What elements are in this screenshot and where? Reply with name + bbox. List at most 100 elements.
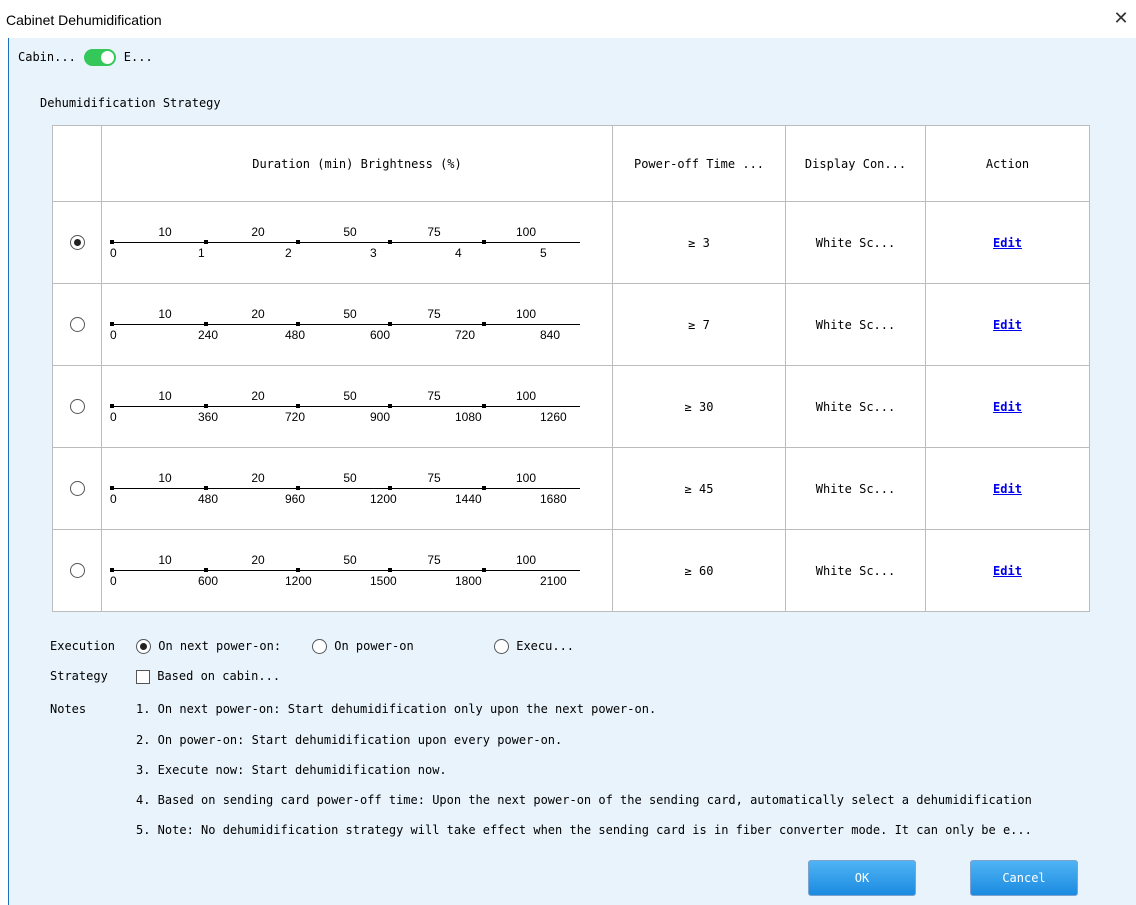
duration-label: 0 bbox=[110, 245, 117, 260]
exec-option-execute-now[interactable]: Execu... bbox=[494, 639, 574, 654]
row-select-radio[interactable] bbox=[69, 235, 85, 250]
exec-option-power-on[interactable]: On power-on bbox=[312, 639, 414, 654]
duration-label: 2100 bbox=[540, 573, 567, 588]
scale-line bbox=[110, 405, 580, 407]
brightness-label: 20 bbox=[251, 224, 265, 239]
brightness-label: 75 bbox=[427, 306, 441, 321]
toggle-knob bbox=[100, 50, 114, 64]
edit-link[interactable]: Edit bbox=[993, 318, 1022, 332]
row-select-radio[interactable] bbox=[69, 481, 85, 496]
duration-label: 0 bbox=[110, 409, 117, 424]
radio-next-power-on[interactable] bbox=[136, 639, 151, 654]
based-on-cabinet-checkbox[interactable] bbox=[136, 669, 150, 684]
radio-power-on[interactable] bbox=[312, 639, 327, 654]
action-cell: Edit bbox=[925, 283, 1090, 366]
close-icon[interactable]: ✕ bbox=[1112, 10, 1130, 28]
brightness-label: 10 bbox=[158, 388, 172, 403]
scale-line bbox=[110, 241, 580, 243]
brightness-label: 50 bbox=[343, 306, 357, 321]
brightness-label: 50 bbox=[343, 388, 357, 403]
exec-option-label: On power-on bbox=[334, 639, 414, 653]
note-item: 3. Execute now: Start dehumidification n… bbox=[136, 763, 447, 777]
ok-button[interactable]: OK bbox=[808, 860, 916, 896]
scale-tick bbox=[296, 239, 300, 244]
action-cell: Edit bbox=[925, 201, 1090, 284]
note-item: 2. On power-on: Start dehumidification u… bbox=[136, 733, 563, 747]
power-off-time-cell: ≥ 60 bbox=[612, 529, 786, 612]
scale-tick bbox=[110, 239, 114, 244]
brightness-label: 50 bbox=[343, 224, 357, 239]
scale-tick bbox=[204, 485, 208, 490]
row-select-radio[interactable] bbox=[69, 399, 85, 414]
strategy-table: Duration (min) Brightness (%) Power-off … bbox=[52, 125, 1090, 612]
brightness-label: 20 bbox=[251, 388, 265, 403]
duration-brightness-scale: 10 20 50 75 100 0 480 960 1200 1440 1680 bbox=[110, 469, 580, 509]
duration-brightness-header: Duration (min) Brightness (%) bbox=[101, 125, 613, 202]
duration-brightness-cell: 10 20 50 75 100 0 480 960 1200 1440 1680 bbox=[101, 447, 613, 530]
table-row: 10 20 50 75 100 0 1 2 3 4 5 ≥ 3 White Sc... Edit bbox=[52, 201, 1090, 284]
display-content-cell: White Sc... bbox=[785, 201, 926, 284]
brightness-label: 10 bbox=[158, 552, 172, 567]
note-item: 1. On next power-on: Start dehumidificat… bbox=[136, 702, 657, 716]
duration-brightness-cell: 10 20 50 75 100 0 360 720 900 1080 1260 bbox=[101, 365, 613, 448]
duration-label: 0 bbox=[110, 327, 117, 342]
duration-label: 480 bbox=[285, 327, 306, 342]
toggle-right-label: E... bbox=[123, 50, 153, 64]
scale-tick bbox=[204, 321, 208, 326]
exec-option-label: Execu... bbox=[516, 639, 575, 653]
duration-label: 1500 bbox=[370, 573, 397, 588]
brightness-label: 75 bbox=[427, 470, 441, 485]
action-cell: Edit bbox=[925, 447, 1090, 530]
duration-label: 720 bbox=[455, 327, 476, 342]
duration-brightness-cell: 10 20 50 75 100 0 600 1200 1500 1800 2100 bbox=[101, 529, 613, 612]
based-on-cabinet-option[interactable]: Based on cabin... bbox=[136, 669, 280, 684]
duration-label: 1200 bbox=[370, 491, 397, 506]
duration-label: 1800 bbox=[455, 573, 482, 588]
toggle-left-label: Cabin... bbox=[18, 50, 76, 64]
display-content-cell: White Sc... bbox=[785, 447, 926, 530]
power-off-time-cell: ≥ 3 bbox=[612, 201, 786, 284]
brightness-label: 50 bbox=[343, 552, 357, 567]
duration-label: 600 bbox=[370, 327, 391, 342]
duration-label: 360 bbox=[198, 409, 219, 424]
row-select-radio[interactable] bbox=[69, 563, 85, 578]
row-select-radio[interactable] bbox=[69, 317, 85, 332]
table-header-row: Duration (min) Brightness (%) Power-off … bbox=[52, 125, 1090, 202]
cancel-button[interactable]: Cancel bbox=[970, 860, 1078, 896]
scale-tick bbox=[482, 567, 486, 572]
exec-option-next-power-on[interactable]: On next power-on: bbox=[136, 639, 281, 654]
edit-link[interactable]: Edit bbox=[993, 400, 1022, 414]
duration-label: 1260 bbox=[540, 409, 567, 424]
scale-tick bbox=[296, 321, 300, 326]
select-column-header bbox=[52, 125, 102, 202]
scale-tick bbox=[388, 321, 392, 326]
duration-label: 1080 bbox=[455, 409, 482, 424]
edit-link[interactable]: Edit bbox=[993, 482, 1022, 496]
scale-tick bbox=[110, 321, 114, 326]
scale-tick bbox=[110, 403, 114, 408]
scale-tick bbox=[388, 485, 392, 490]
duration-label: 840 bbox=[540, 327, 561, 342]
edit-link[interactable]: Edit bbox=[993, 564, 1022, 578]
brightness-label: 20 bbox=[251, 470, 265, 485]
table-row: 10 20 50 75 100 0 240 480 600 720 840 ≥ 7 White Sc..… bbox=[52, 283, 1090, 366]
enable-toggle[interactable] bbox=[83, 48, 116, 66]
brightness-label: 75 bbox=[427, 552, 441, 567]
display-content-cell: White Sc... bbox=[785, 529, 926, 612]
table-row: 10 20 50 75 100 0 600 1200 1500 1800 2100 ≥ 60 White… bbox=[52, 529, 1090, 612]
scale-tick bbox=[204, 239, 208, 244]
duration-label: 5 bbox=[540, 245, 547, 260]
duration-label: 4 bbox=[455, 245, 462, 260]
select-cell bbox=[52, 283, 102, 366]
duration-brightness-scale: 10 20 50 75 100 0 1 2 3 4 5 bbox=[110, 223, 580, 263]
duration-label: 3 bbox=[370, 245, 377, 260]
duration-label: 1 bbox=[198, 245, 205, 260]
duration-brightness-cell: 10 20 50 75 100 0 1 2 3 4 5 bbox=[101, 201, 613, 284]
select-cell bbox=[52, 529, 102, 612]
scale-line bbox=[110, 323, 580, 325]
radio-execute-now[interactable] bbox=[494, 639, 509, 654]
action-cell: Edit bbox=[925, 529, 1090, 612]
select-cell bbox=[52, 201, 102, 284]
edit-link[interactable]: Edit bbox=[993, 236, 1022, 250]
display-content-cell: White Sc... bbox=[785, 365, 926, 448]
